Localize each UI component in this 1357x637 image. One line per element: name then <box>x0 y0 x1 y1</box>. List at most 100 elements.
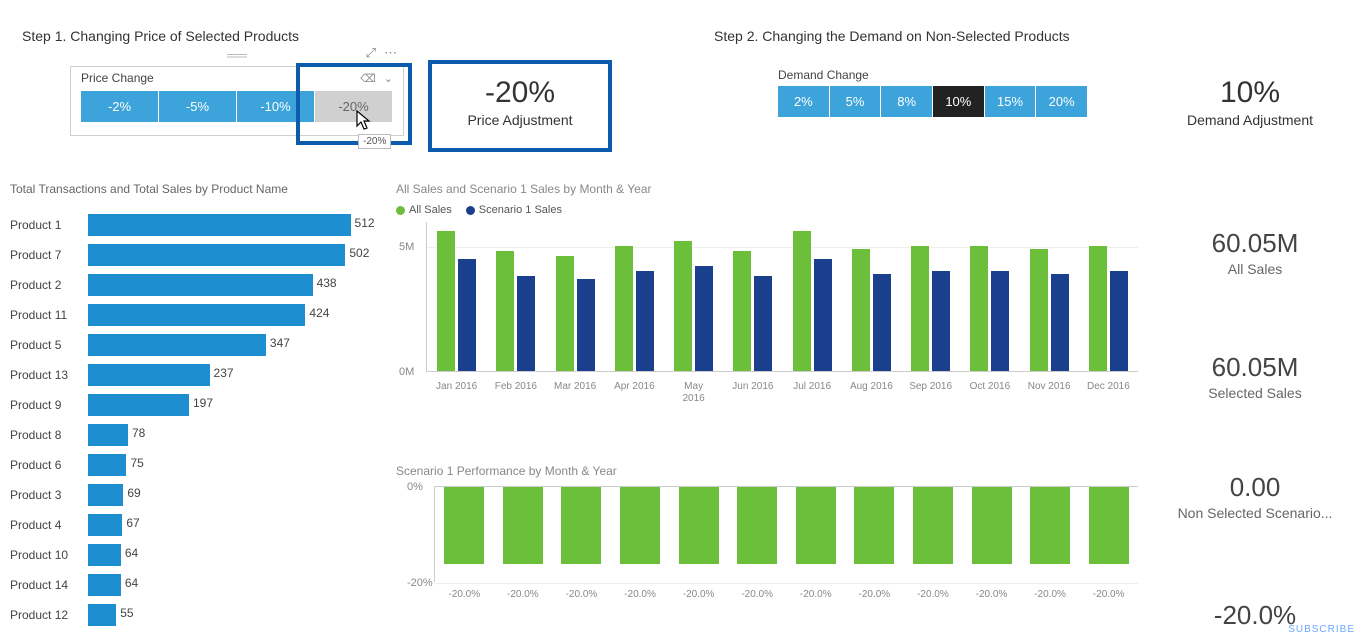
col-group[interactable] <box>723 251 782 371</box>
hbar-value: 424 <box>309 306 329 320</box>
bar-performance <box>1030 487 1070 564</box>
neg-col-group[interactable] <box>728 487 787 564</box>
bar-performance <box>444 487 484 564</box>
hbar-row[interactable]: Product 1064 <box>10 540 370 570</box>
neg-col-group[interactable] <box>435 487 494 564</box>
all-sales-scenario-chart[interactable]: All Sales and Scenario 1 Sales by Month … <box>396 182 1138 372</box>
hbar-row[interactable]: Product 2438 <box>10 270 370 300</box>
demand-chip-2pct[interactable]: 2% <box>778 86 830 117</box>
neg-col-group[interactable] <box>552 487 611 564</box>
selected-sales-label: Selected Sales <box>1160 385 1350 401</box>
bar-all-sales <box>437 231 455 371</box>
bar-all-sales <box>1030 249 1048 372</box>
neg-col-group[interactable] <box>962 487 1021 564</box>
hbar-row[interactable]: Product 1255 <box>10 600 370 630</box>
price-change-label: Price Change <box>81 71 154 85</box>
col-group[interactable] <box>427 231 486 371</box>
bar-scenario-sales <box>577 279 595 372</box>
neg-col-group[interactable] <box>845 487 904 564</box>
neg-data-label: -20.0% <box>786 589 845 600</box>
transactions-by-product-chart[interactable]: Total Transactions and Total Sales by Pr… <box>10 182 370 630</box>
watermark: SUBSCRIBE <box>1288 624 1355 635</box>
hbar-value: 502 <box>349 246 369 260</box>
price-chip--5pct[interactable]: -5% <box>159 91 237 122</box>
x-category: Apr 2016 <box>605 381 664 405</box>
neg-chart-title: Scenario 1 Performance by Month & Year <box>396 464 1138 478</box>
hbar-row[interactable]: Product 369 <box>10 480 370 510</box>
x-category: Jan 2016 <box>427 381 486 405</box>
hbar-value: 438 <box>317 276 337 290</box>
hbar-value: 64 <box>125 546 138 560</box>
eraser-icon[interactable]: ⌫ <box>360 72 376 85</box>
hbar-bar <box>88 424 128 446</box>
hbar-row[interactable]: Product 675 <box>10 450 370 480</box>
drag-handle-icon[interactable]: ══ <box>227 47 247 63</box>
col-group[interactable] <box>664 241 723 371</box>
col-group[interactable] <box>960 246 1019 371</box>
step1-title: Step 1. Changing Price of Selected Produ… <box>22 28 299 44</box>
col-group[interactable] <box>605 246 664 371</box>
demand-chip-20pct[interactable]: 20% <box>1036 86 1088 117</box>
bar-scenario-sales <box>1110 271 1128 371</box>
price-chip--10pct[interactable]: -10% <box>237 91 315 122</box>
neg-data-label: -20.0% <box>904 589 963 600</box>
legend-scenario: Scenario 1 Sales <box>479 204 562 216</box>
col-group[interactable] <box>546 256 605 371</box>
neg-col-group[interactable] <box>787 487 846 564</box>
demand-change-label: Demand Change <box>778 68 1088 82</box>
hbar-row[interactable]: Product 1464 <box>10 570 370 600</box>
hbar-row[interactable]: Product 9197 <box>10 390 370 420</box>
bar-performance <box>796 487 836 564</box>
neg-col-group[interactable] <box>1021 487 1080 564</box>
col-chart-title: All Sales and Scenario 1 Sales by Month … <box>396 182 1138 196</box>
hbar-bar <box>88 274 313 296</box>
hbar-row[interactable]: Product 467 <box>10 510 370 540</box>
hbar-bar <box>88 514 122 536</box>
hbar-row[interactable]: Product 7502 <box>10 240 370 270</box>
col-group[interactable] <box>1020 249 1079 372</box>
demand-change-slicer[interactable]: Demand Change 2%5%8%10%15%20% <box>778 68 1088 117</box>
col-group[interactable] <box>842 249 901 372</box>
price-chip--2pct[interactable]: -2% <box>81 91 159 122</box>
hbar-row[interactable]: Product 878 <box>10 420 370 450</box>
x-category: Oct 2016 <box>960 381 1019 405</box>
hbar-value: 237 <box>214 366 234 380</box>
hbar-category: Product 12 <box>10 608 88 622</box>
scenario-performance-chart[interactable]: Scenario 1 Performance by Month & Year 0… <box>396 464 1138 582</box>
x-category: Feb 2016 <box>486 381 545 405</box>
chevron-down-icon[interactable]: ⌄ <box>384 72 393 85</box>
hbar-row[interactable]: Product 5347 <box>10 330 370 360</box>
hbar-row[interactable]: Product 1512 <box>10 210 370 240</box>
neg-col-group[interactable] <box>669 487 728 564</box>
demand-chip-8pct[interactable]: 8% <box>881 86 933 117</box>
bar-all-sales <box>911 246 929 371</box>
neg-col-group[interactable] <box>611 487 670 564</box>
more-options-icon[interactable]: ⋯ <box>384 45 397 61</box>
col-group[interactable] <box>486 251 545 371</box>
price-change-slicer[interactable]: ══ ⤢ ⋯ Price Change ⌫ ⌄ -2%-5%-10%-20% <box>70 66 404 136</box>
demand-chip-10pct[interactable]: 10% <box>933 86 985 117</box>
hbar-bar <box>88 364 210 386</box>
step2-title: Step 2. Changing the Demand on Non-Selec… <box>714 28 1070 44</box>
x-category: Mar 2016 <box>546 381 605 405</box>
hbar-row[interactable]: Product 13237 <box>10 360 370 390</box>
neg-col-group[interactable] <box>1079 487 1138 564</box>
bar-scenario-sales <box>695 266 713 371</box>
demand-chip-15pct[interactable]: 15% <box>985 86 1037 117</box>
x-category: Nov 2016 <box>1020 381 1079 405</box>
neg-data-label: -20.0% <box>611 589 670 600</box>
bar-performance <box>1089 487 1129 564</box>
col-group[interactable] <box>901 246 960 371</box>
col-group[interactable] <box>1079 246 1138 371</box>
demand-chip-5pct[interactable]: 5% <box>830 86 882 117</box>
hbar-row[interactable]: Product 11424 <box>10 300 370 330</box>
bar-performance <box>854 487 894 564</box>
col-group[interactable] <box>783 231 842 371</box>
focus-mode-icon[interactable]: ⤢ <box>366 45 376 61</box>
hbar-category: Product 9 <box>10 398 88 412</box>
bar-scenario-sales <box>754 276 772 371</box>
hbar-category: Product 6 <box>10 458 88 472</box>
price-chip--20pct[interactable]: -20% <box>315 91 393 122</box>
neg-col-group[interactable] <box>904 487 963 564</box>
neg-col-group[interactable] <box>494 487 553 564</box>
